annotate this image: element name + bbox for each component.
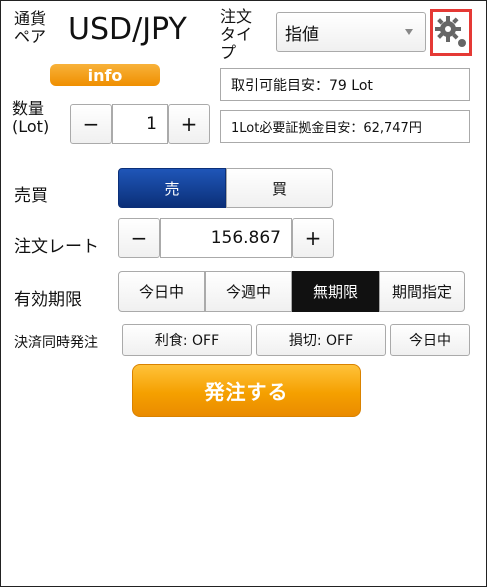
buy-button[interactable]: 買 bbox=[226, 168, 333, 208]
minus-icon: − bbox=[82, 112, 100, 136]
rate-increment-button[interactable]: + bbox=[292, 218, 334, 258]
expiry-period-button[interactable]: 期間指定 bbox=[379, 271, 465, 312]
pair-label: 通貨 ペア bbox=[14, 9, 47, 46]
minus-icon: − bbox=[130, 226, 148, 250]
settlement-period-button[interactable]: 今日中 bbox=[390, 324, 470, 356]
submit-order-button[interactable]: 発注する bbox=[132, 364, 361, 417]
buy-label: 買 bbox=[271, 179, 287, 198]
gear-icon bbox=[435, 16, 466, 47]
take-profit-label: 利食: OFF bbox=[154, 333, 220, 349]
order-type-select[interactable]: 指値 bbox=[276, 12, 426, 52]
settlement-label: 決済同時発注 bbox=[14, 335, 98, 351]
margin-estimate: 1Lot必要証拠金目安：62,747円 bbox=[220, 110, 470, 143]
submit-order-label: 発注する bbox=[204, 380, 289, 404]
quantity-value: 1 bbox=[146, 114, 157, 134]
rate-value: 156.867 bbox=[210, 228, 281, 248]
tradable-estimate: 取引可能目安：79 Lot bbox=[220, 68, 470, 101]
expiry-unlimited-button[interactable]: 無期限 bbox=[292, 271, 379, 312]
side-label: 売買 bbox=[14, 186, 48, 206]
order-type-label: 注文 タイプ bbox=[220, 7, 253, 62]
expiry-option-label: 今週中 bbox=[225, 283, 271, 301]
chevron-down-icon bbox=[405, 29, 413, 35]
expiry-option-label: 今日中 bbox=[138, 283, 184, 301]
expiry-today-button[interactable]: 今日中 bbox=[118, 271, 205, 312]
info-label: info bbox=[87, 65, 123, 85]
quantity-input[interactable]: 1 bbox=[112, 104, 168, 144]
plus-icon: + bbox=[180, 112, 198, 136]
expiry-week-button[interactable]: 今週中 bbox=[205, 271, 292, 312]
quantity-label: 数量 (Lot) bbox=[12, 99, 50, 136]
take-profit-button[interactable]: 利食: OFF bbox=[122, 324, 252, 356]
stop-loss-label: 損切: OFF bbox=[288, 333, 354, 349]
sell-label: 売 bbox=[164, 179, 180, 198]
currency-pair: USD/JPY bbox=[68, 12, 187, 47]
expiry-label: 有効期限 bbox=[14, 290, 82, 310]
stop-loss-button[interactable]: 損切: OFF bbox=[256, 324, 386, 356]
order-type-value: 指値 bbox=[285, 24, 319, 45]
rate-decrement-button[interactable]: − bbox=[118, 218, 160, 258]
tradable-estimate-text: 取引可能目安：79 Lot bbox=[231, 77, 373, 94]
expiry-option-label: 期間指定 bbox=[391, 283, 452, 301]
quantity-decrement-button[interactable]: − bbox=[70, 104, 112, 144]
expiry-option-label: 無期限 bbox=[312, 283, 358, 301]
rate-label: 注文レート bbox=[14, 237, 99, 257]
settlement-period-label: 今日中 bbox=[409, 333, 451, 349]
margin-estimate-text: 1Lot必要証拠金目安：62,747円 bbox=[231, 121, 422, 136]
sell-button[interactable]: 売 bbox=[118, 168, 226, 208]
settings-button[interactable] bbox=[430, 9, 472, 56]
quantity-increment-button[interactable]: + bbox=[168, 104, 210, 144]
rate-input[interactable]: 156.867 bbox=[160, 218, 292, 258]
plus-icon: + bbox=[304, 226, 322, 250]
info-button[interactable]: info bbox=[50, 64, 160, 86]
